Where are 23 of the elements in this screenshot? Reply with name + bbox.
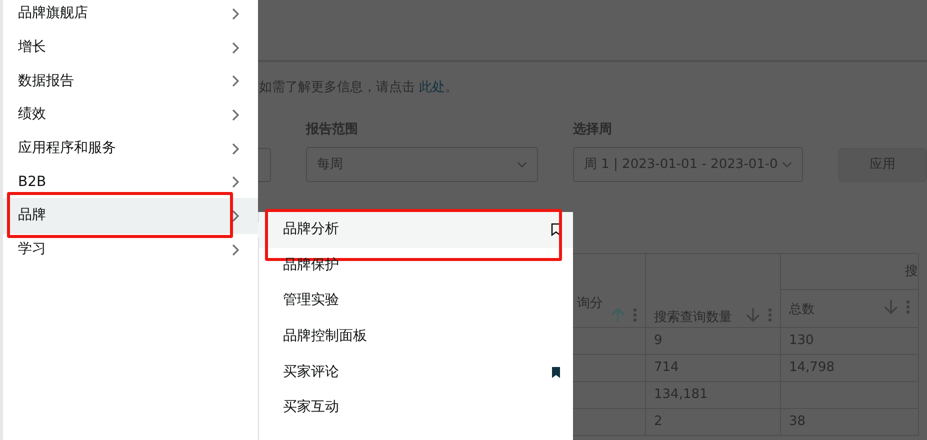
chevron-right-icon bbox=[230, 8, 240, 20]
submenu-item[interactable]: 管理实验 bbox=[259, 283, 573, 319]
menu-item[interactable]: 数据报告 bbox=[3, 63, 258, 100]
chevron-right-icon bbox=[230, 108, 240, 121]
chevron-right-icon bbox=[230, 244, 240, 256]
submenu-item[interactable]: 品牌控制面板 bbox=[259, 318, 573, 354]
chevron-right-icon bbox=[230, 75, 240, 88]
chevron-right-icon bbox=[230, 42, 240, 54]
chevron-right-icon bbox=[230, 210, 240, 222]
submenu-item[interactable]: 品牌保护 bbox=[259, 248, 573, 284]
select-field[interactable] bbox=[258, 148, 271, 182]
menu-item[interactable]: B2B bbox=[3, 164, 258, 200]
chevron-right-icon bbox=[230, 176, 240, 188]
submenu-item[interactable]: 买家评论 bbox=[259, 354, 573, 390]
menu-item[interactable]: 品牌旗舰店 bbox=[3, 0, 258, 32]
menu-item[interactable]: 品牌 bbox=[3, 198, 258, 234]
submenu-item[interactable]: 买家互动 bbox=[259, 390, 573, 426]
menu-item[interactable]: 应用程序和服务 bbox=[3, 130, 258, 166]
submenu-item[interactable]: 品牌分析 bbox=[259, 212, 573, 248]
menu-item[interactable]: 绩效 bbox=[3, 97, 258, 133]
chevron-right-icon bbox=[230, 142, 240, 155]
menu-item[interactable]: 增长 bbox=[3, 30, 258, 66]
menu-item[interactable]: 学习 bbox=[3, 232, 258, 268]
